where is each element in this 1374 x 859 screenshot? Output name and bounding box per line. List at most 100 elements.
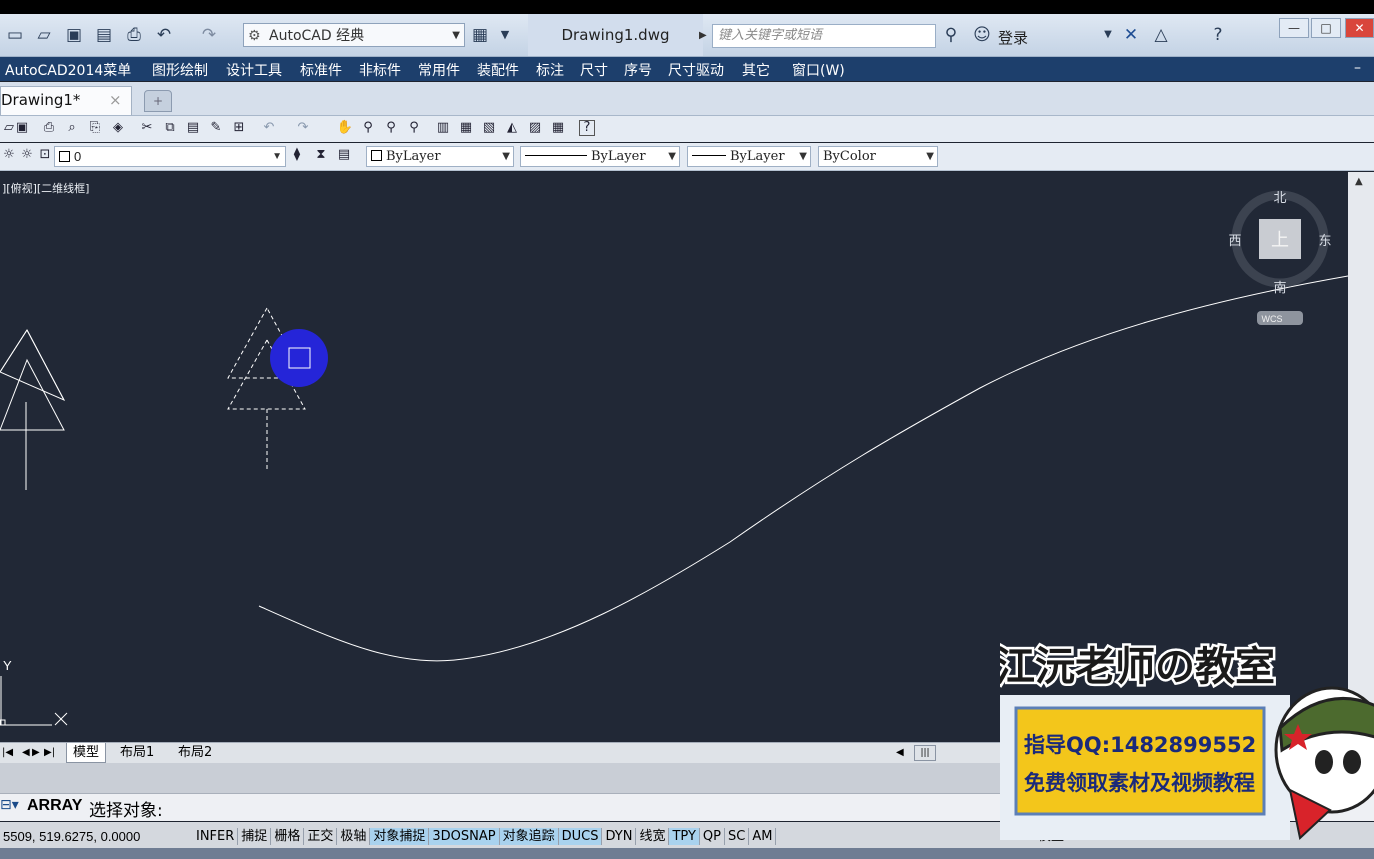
workspace-dropdown[interactable]: ⚙ AutoCAD 经典 ▼ [243, 23, 465, 47]
status-toggle-qp[interactable]: QP [700, 828, 725, 845]
user-icon[interactable]: ☺ [971, 24, 993, 46]
status-toggle-极轴[interactable]: 极轴 [337, 828, 371, 845]
binoculars-icon[interactable]: ⚲ [940, 24, 962, 46]
menu-window[interactable]: 窗口(W) [792, 60, 845, 80]
undo-icon[interactable]: ↶ [260, 119, 278, 137]
copy-icon[interactable]: ⧉ [161, 119, 179, 137]
next-layout-icon[interactable]: ▶ [32, 743, 40, 762]
color-dropdown[interactable]: ByLayer ▼ [366, 146, 514, 167]
lineweight-dropdown[interactable]: ByLayer ▼ [687, 146, 811, 167]
status-toggle-ducs[interactable]: DUCS [558, 828, 603, 845]
menu-annotate[interactable]: 标注 [536, 60, 564, 80]
login-button[interactable]: 登录 [998, 27, 1028, 48]
close-button[interactable]: ✕ [1345, 18, 1374, 38]
maximize-button[interactable]: □ [1311, 18, 1341, 38]
layer-states-icon[interactable]: ▤ [335, 146, 353, 164]
status-toggle-线宽[interactable]: 线宽 [636, 828, 670, 845]
customize-quickaccess-icon[interactable]: ▼ [494, 24, 516, 46]
tab-layout1[interactable]: 布局1 [114, 743, 160, 762]
zoom-realtime-icon[interactable]: ⚲ [359, 119, 377, 137]
status-toggle-捕捉[interactable]: 捕捉 [238, 828, 272, 845]
search-input[interactable]: 键入关键字或短语 [712, 24, 936, 48]
match-properties-icon[interactable]: ✎ [207, 119, 225, 137]
save-icon[interactable]: ▣ [13, 119, 31, 137]
menu-dimension-drive[interactable]: 尺寸驱动 [668, 60, 724, 80]
menu-common-parts[interactable]: 常用件 [418, 60, 460, 80]
3d-print-icon[interactable]: ◈ [109, 119, 127, 137]
hscroll-thumb[interactable]: ||| [914, 745, 936, 761]
layer-dropdown[interactable]: 0 ▼ [54, 146, 286, 167]
zoom-previous-icon[interactable]: ⚲ [405, 119, 423, 137]
wcs-menu[interactable]: WCS [1262, 314, 1283, 324]
menu-assembly-parts[interactable]: 装配件 [477, 60, 519, 80]
viewcube-north[interactable]: 北 [1273, 191, 1286, 206]
viewcube-top-face[interactable]: 上 [1271, 230, 1289, 251]
new-file-icon[interactable]: ▭ [4, 24, 26, 46]
hscroll-left-icon[interactable]: ◀ [896, 743, 904, 762]
plot-preview-icon[interactable]: ⌕ [63, 119, 81, 137]
file-tab-drawing1[interactable]: Drawing1* × [0, 86, 132, 115]
save-as-icon[interactable]: ▤ [93, 24, 115, 46]
tab-layout2[interactable]: 布局2 [172, 743, 218, 762]
zoom-window-icon[interactable]: ⚲ [382, 119, 400, 137]
status-toggle-正交[interactable]: 正交 [304, 828, 338, 845]
prev-layout-icon[interactable]: ◀ [22, 743, 30, 762]
status-toggle-tpy[interactable]: TPY [669, 828, 700, 845]
menu-sequence[interactable]: 序号 [624, 60, 652, 80]
status-toggle-am[interactable]: AM [749, 828, 777, 845]
layer-freeze-icon[interactable]: ☼ [18, 146, 36, 164]
menu-other[interactable]: 其它 [742, 60, 770, 80]
first-layout-icon[interactable]: |◀ [2, 743, 13, 762]
cut-icon[interactable]: ✂ [138, 119, 156, 137]
viewcube-west[interactable]: 西 [1228, 234, 1241, 249]
publish-icon[interactable]: ⎘ [86, 119, 104, 137]
status-toggle-对象追踪[interactable]: 对象追踪 [499, 828, 559, 845]
coordinate-readout[interactable]: 5509, 519.6275, 0.0000 [0, 828, 143, 845]
redo-icon[interactable]: ↷ [198, 24, 220, 46]
close-tab-icon[interactable]: × [109, 87, 122, 114]
save-icon[interactable]: ▣ [63, 24, 85, 46]
tree-shape-solid[interactable] [0, 329, 66, 490]
menu-nonstandard-parts[interactable]: 非标件 [359, 60, 401, 80]
plot-icon[interactable]: ⎙ [40, 119, 58, 137]
scroll-up-icon[interactable]: ▲ [1355, 176, 1363, 187]
menu-autocad2014[interactable]: AutoCAD2014菜单 [5, 60, 131, 80]
open-folder-icon[interactable]: ▱ [33, 24, 55, 46]
pan-icon[interactable]: ✋ [336, 119, 354, 137]
command-customize-icon[interactable]: ⊟▾ [0, 797, 19, 813]
viewcube[interactable]: 上 北 南 东 西 WCS [1228, 190, 1332, 325]
markup-icon[interactable]: ▨ [526, 119, 544, 137]
last-layout-icon[interactable]: ▶| [44, 743, 55, 762]
linetype-dropdown[interactable]: ByLayer ▼ [520, 146, 680, 167]
status-toggle-3dosnap[interactable]: 3DOSNAP [429, 828, 500, 845]
layer-previous-icon[interactable]: ⧗ [312, 146, 330, 164]
make-current-layer-icon[interactable]: ⧫ [288, 146, 306, 164]
status-toggle-对象捕捉[interactable]: 对象捕捉 [370, 828, 430, 845]
menu-standard-parts[interactable]: 标准件 [300, 60, 342, 80]
autodesk-icon[interactable]: △ [1150, 24, 1172, 46]
paste-icon[interactable]: ▤ [184, 119, 202, 137]
login-dropdown-icon[interactable]: ▼ [1097, 24, 1119, 46]
tab-model[interactable]: 模型 [66, 743, 107, 763]
viewcube-south[interactable]: 南 [1273, 280, 1286, 296]
redo-icon[interactable]: ↷ [294, 119, 312, 137]
status-toggle-infer[interactable]: INFER [193, 828, 239, 845]
layer-lock-icon[interactable]: ⊡ [36, 146, 54, 164]
help-icon[interactable]: ? [1207, 24, 1229, 46]
calculator-icon[interactable]: ▦ [549, 119, 567, 137]
viewcube-east[interactable]: 东 [1318, 234, 1331, 249]
workspace-settings-icon[interactable]: ▦ [469, 24, 491, 46]
layer-on-icon[interactable]: ☼ [0, 146, 18, 164]
menu-dimension[interactable]: 尺寸 [580, 60, 608, 80]
print-icon[interactable]: ⎙ [123, 24, 145, 46]
design-center-icon[interactable]: ▦ [457, 119, 475, 137]
properties-icon[interactable]: ▥ [434, 119, 452, 137]
help-icon[interactable]: ? [579, 120, 595, 136]
play-icon[interactable]: ▶ [699, 30, 707, 41]
status-toggle-栅格[interactable]: 栅格 [271, 828, 305, 845]
status-toggle-dyn[interactable]: DYN [602, 828, 637, 845]
menu-draw[interactable]: 图形绘制 [152, 60, 208, 80]
tool-palettes-icon[interactable]: ▧ [480, 119, 498, 137]
undo-icon[interactable]: ↶ [153, 24, 175, 46]
status-toggle-sc[interactable]: SC [725, 828, 750, 845]
